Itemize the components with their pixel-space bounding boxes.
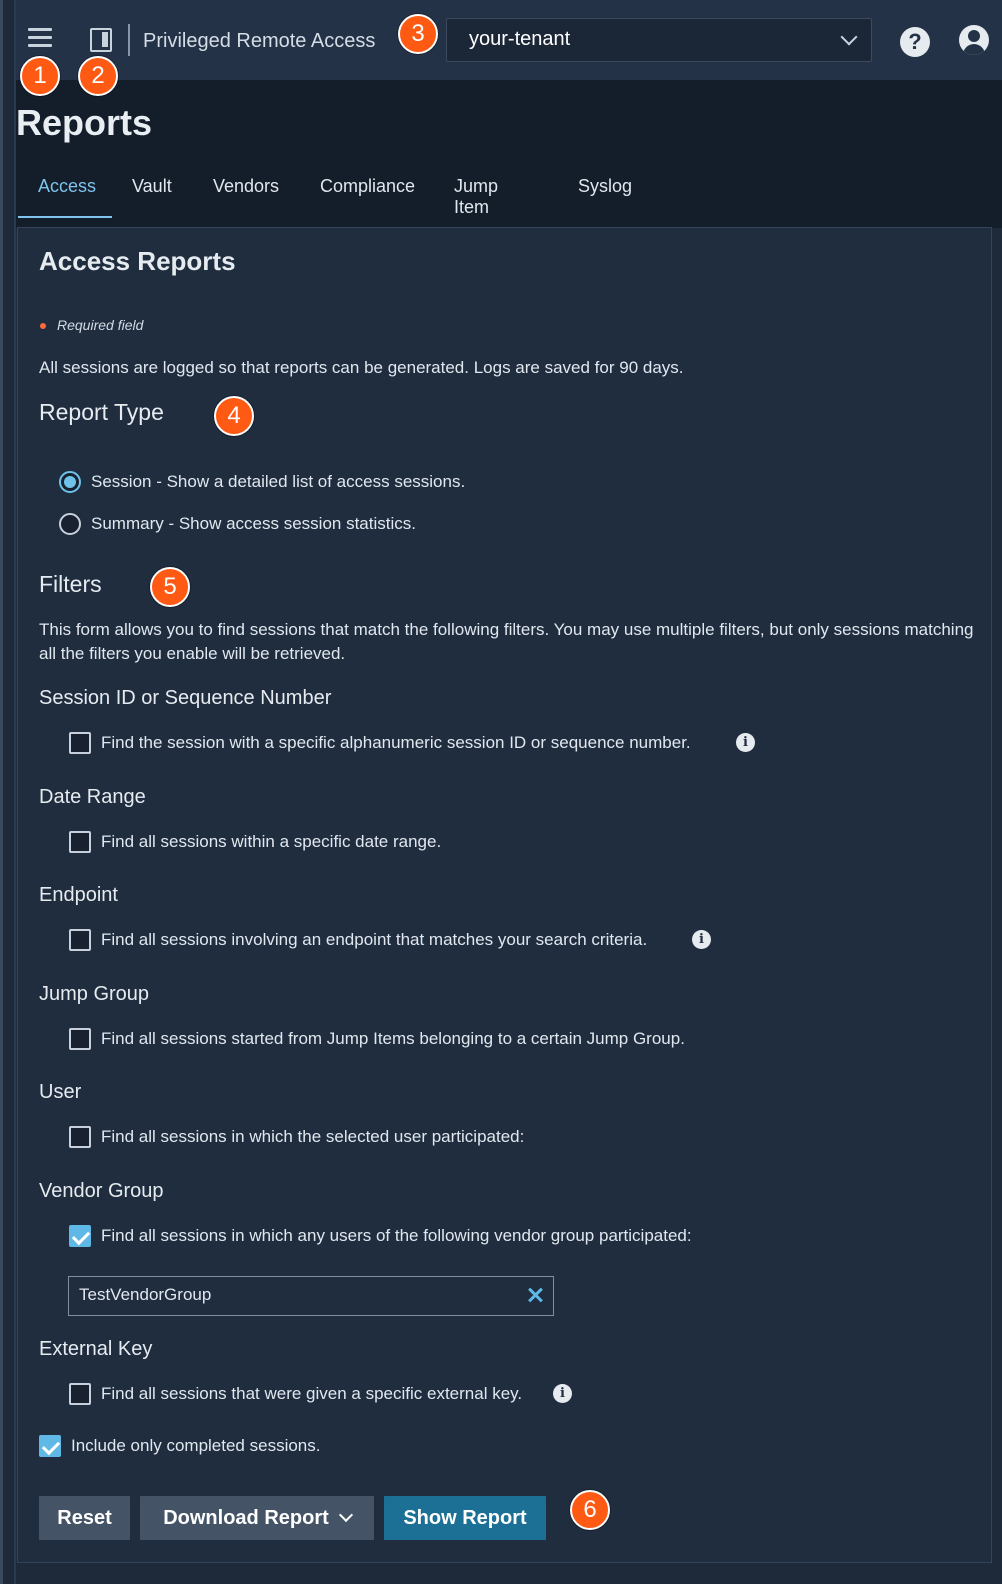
callout-marker: 6 (570, 1490, 610, 1530)
checkbox-user[interactable] (69, 1126, 91, 1148)
checkbox-session-id[interactable] (69, 732, 91, 754)
callout-marker: 1 (20, 56, 60, 96)
checkbox-jump-group-label: Find all sessions started from Jump Item… (101, 1029, 685, 1048)
vendor-group-value: TestVendorGroup (79, 1285, 212, 1304)
report-type-heading: Report Type (39, 399, 164, 425)
report-tabs: Access Vault Vendors Compliance Jump Ite… (18, 168, 658, 228)
filter-title-jump-group: Jump Group (39, 983, 150, 1005)
filter-title-external-key: External Key (39, 1338, 153, 1360)
checkbox-jump-group[interactable] (69, 1028, 91, 1050)
filter-title-date-range: Date Range (39, 786, 146, 808)
access-reports-panel: Access Reports Required field All sessio… (17, 227, 992, 1563)
required-note: Required field (57, 317, 144, 333)
reset-button[interactable]: Reset (39, 1496, 130, 1540)
tab-vendors[interactable]: Vendors (193, 168, 300, 218)
tab-access[interactable]: Access (18, 168, 112, 218)
radio-summary[interactable] (59, 513, 81, 535)
checkbox-session-id-label: Find the session with a specific alphanu… (101, 733, 691, 752)
intro-text: All sessions are logged so that reports … (39, 358, 684, 377)
tab-syslog[interactable]: Syslog (558, 168, 658, 218)
radio-session-label: Session - Show a detailed list of access… (91, 472, 466, 491)
checkbox-external-key-label: Find all sessions that were given a spec… (101, 1384, 523, 1403)
checkbox-date-range[interactable] (69, 831, 91, 853)
section-heading: Access Reports (39, 246, 236, 276)
checkbox-vendor-group[interactable] (69, 1225, 91, 1247)
chevron-down-icon (840, 28, 858, 46)
help-icon[interactable]: ? (900, 27, 930, 57)
app-title: Privileged Remote Access (143, 30, 376, 52)
radio-session[interactable] (59, 471, 81, 493)
callout-marker: 4 (214, 396, 254, 436)
tab-vault[interactable]: Vault (112, 168, 193, 218)
checkbox-external-key[interactable] (69, 1383, 91, 1405)
menu-icon[interactable] (28, 28, 52, 50)
filter-title-endpoint: Endpoint (39, 884, 118, 906)
callout-marker: 2 (78, 56, 118, 96)
filter-title-user: User (39, 1081, 82, 1103)
checkbox-user-label: Find all sessions in which the selected … (101, 1127, 525, 1146)
callout-marker: 5 (150, 567, 190, 607)
panel-icon[interactable] (90, 28, 112, 52)
filter-title-session-id: Session ID or Sequence Number (39, 687, 332, 709)
required-indicator (40, 323, 46, 329)
chevron-down-icon (338, 1507, 353, 1523)
radio-summary-label: Summary - Show access session statistics… (91, 514, 416, 533)
tenant-value: your-tenant (469, 28, 571, 50)
left-edge-stripe (0, 0, 16, 1584)
info-icon[interactable]: i (736, 733, 755, 752)
filter-title-vendor-group: Vendor Group (39, 1180, 164, 1202)
checkbox-endpoint[interactable] (69, 929, 91, 951)
download-report-button[interactable]: Download Report (140, 1496, 374, 1540)
tab-jump-item[interactable]: Jump Item (434, 168, 558, 218)
top-bar: Privileged Remote Access your-tenant ? (16, 0, 1002, 80)
checkbox-vendor-group-label: Find all sessions in which any users of … (101, 1226, 692, 1245)
tenant-select[interactable]: your-tenant (446, 18, 872, 62)
checkbox-completed-only[interactable] (39, 1435, 61, 1457)
vendor-group-input[interactable]: TestVendorGroup (68, 1276, 554, 1316)
checkbox-completed-only-label: Include only completed sessions. (71, 1436, 321, 1455)
page-title: Reports (16, 102, 153, 143)
clear-icon[interactable] (525, 1285, 545, 1305)
info-icon[interactable]: i (553, 1384, 572, 1403)
tab-compliance[interactable]: Compliance (300, 168, 434, 218)
checkbox-endpoint-label: Find all sessions involving an endpoint … (101, 930, 648, 949)
topbar-divider (128, 24, 130, 56)
filters-description: This form allows you to find sessions th… (39, 620, 974, 663)
page-header: Reports Access Vault Vendors Compliance … (16, 80, 1002, 228)
user-icon[interactable] (959, 25, 989, 55)
callout-marker: 3 (398, 14, 438, 54)
show-report-button[interactable]: Show Report (384, 1496, 546, 1540)
info-icon[interactable]: i (692, 930, 711, 949)
checkbox-date-range-label: Find all sessions within a specific date… (101, 832, 442, 851)
download-report-label: Download Report (163, 1507, 329, 1529)
filters-heading: Filters (39, 571, 102, 597)
